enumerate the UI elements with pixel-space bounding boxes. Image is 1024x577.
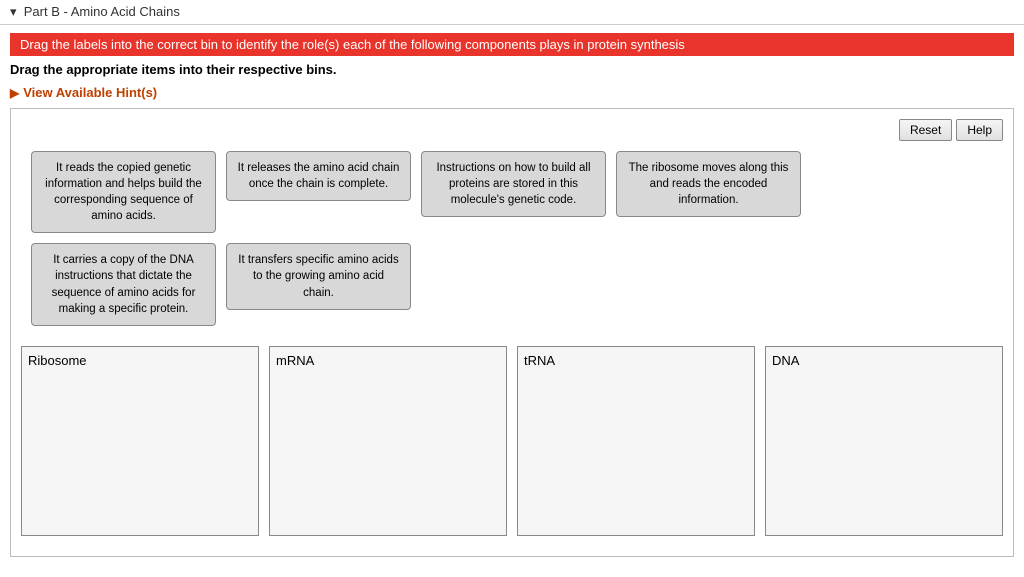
bin-dna[interactable]: DNA [765, 346, 1003, 536]
bin-ribosome-label: Ribosome [28, 353, 252, 368]
label-card-3[interactable]: The ribosome moves along this and reads … [616, 151, 801, 217]
bin-mrna-label: mRNA [276, 353, 500, 368]
drag-instruction: Drag the appropriate items into their re… [0, 56, 1024, 81]
label-card-4[interactable]: It carries a copy of the DNA instruction… [31, 243, 216, 325]
label-card-1[interactable]: It releases the amino acid chain once th… [226, 151, 411, 201]
bins-area: Ribosome mRNA tRNA DNA [21, 346, 1003, 546]
hint-arrow-icon: ▶ [10, 86, 19, 100]
labels-area: It reads the copied genetic information … [21, 151, 1003, 326]
instruction-banner: Drag the labels into the correct bin to … [10, 33, 1014, 56]
help-button[interactable]: Help [956, 119, 1003, 141]
reset-button[interactable]: Reset [899, 119, 952, 141]
label-card-0[interactable]: It reads the copied genetic information … [31, 151, 216, 233]
top-buttons: Reset Help [21, 119, 1003, 141]
label-card-5[interactable]: It transfers specific amino acids to the… [226, 243, 411, 309]
part-title: Part B - Amino Acid Chains [24, 4, 180, 19]
bin-dna-label: DNA [772, 353, 996, 368]
page-container: ▾ Part B - Amino Acid Chains Drag the la… [0, 0, 1024, 577]
bin-mrna[interactable]: mRNA [269, 346, 507, 536]
part-header: ▾ Part B - Amino Acid Chains [0, 0, 1024, 25]
label-card-2[interactable]: Instructions on how to build all protein… [421, 151, 606, 217]
hint-link-label: View Available Hint(s) [23, 85, 157, 100]
main-area: Reset Help It reads the copied genetic i… [10, 108, 1014, 557]
hint-link[interactable]: ▶ View Available Hint(s) [0, 81, 1024, 108]
bin-trna-label: tRNA [524, 353, 748, 368]
bin-ribosome[interactable]: Ribosome [21, 346, 259, 536]
bin-trna[interactable]: tRNA [517, 346, 755, 536]
